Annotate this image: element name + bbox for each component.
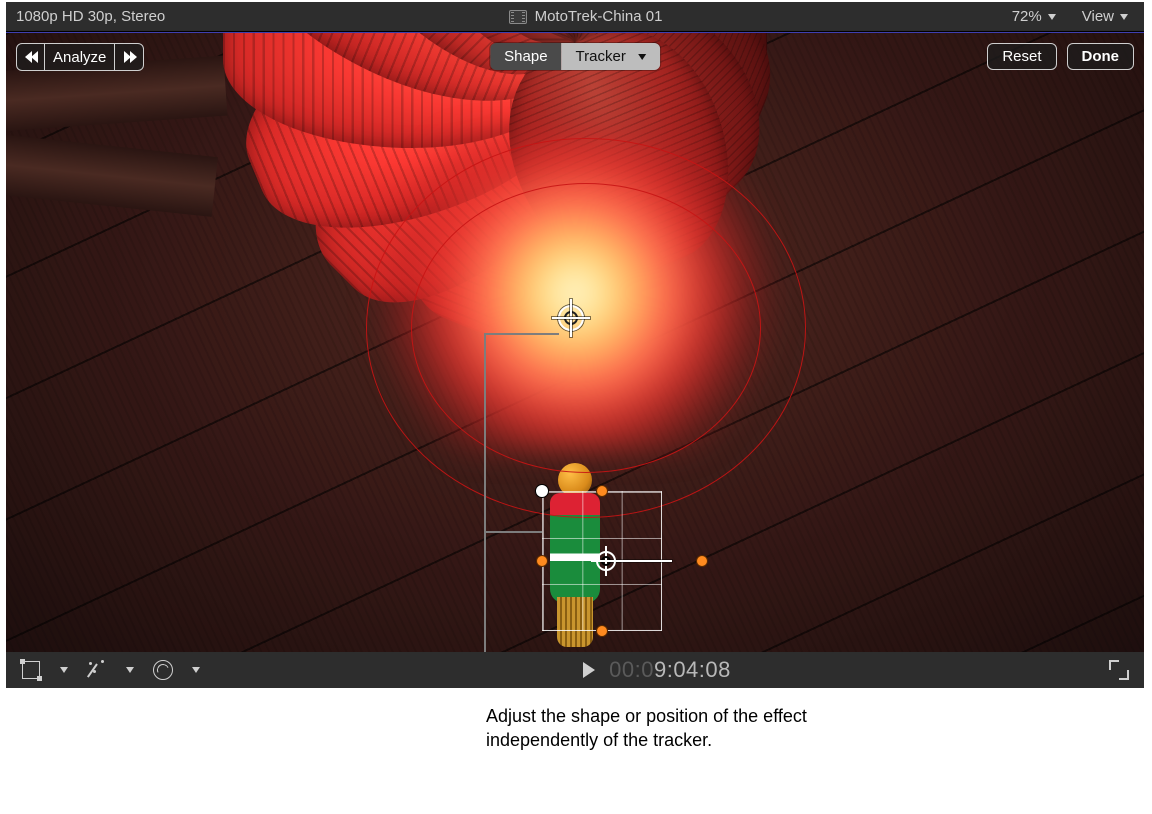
tracker-center-target[interactable] (596, 551, 616, 571)
chevron-down-icon (60, 667, 68, 673)
rewind-icon (25, 51, 36, 63)
tracker-rotate-handle[interactable] (536, 485, 548, 497)
view-menu[interactable]: View (1076, 6, 1134, 27)
callout-leader (484, 333, 486, 652)
analyze-controls: Analyze (16, 43, 144, 71)
done-button[interactable]: Done (1067, 43, 1135, 70)
chevron-down-icon (1048, 14, 1056, 20)
zoom-value: 72% (1012, 8, 1042, 25)
tracker-handle-north[interactable] (597, 486, 607, 496)
reset-button[interactable]: Reset (987, 43, 1056, 70)
magic-wand-icon (87, 660, 107, 680)
callout-leader (484, 531, 542, 533)
view-menu-label: View (1082, 8, 1114, 25)
clip-title-text: MotoTrek-China 01 (535, 8, 663, 25)
zoom-menu[interactable]: 72% (1006, 6, 1062, 27)
chevron-down-icon (192, 667, 200, 673)
transform-tool-menu[interactable] (48, 657, 78, 683)
viewer-infobar: 1080p HD 30p, Stereo MotoTrek-China 01 7… (6, 2, 1144, 32)
filmstrip-icon (509, 10, 527, 24)
chevron-down-icon (638, 54, 646, 60)
gauge-icon (153, 660, 173, 680)
tracker-handle-west[interactable] (537, 556, 547, 566)
timecode-display[interactable]: 00:09:04:08 (609, 657, 731, 683)
fullscreen-icon (1109, 660, 1129, 680)
analyze-backward-button[interactable] (17, 44, 45, 70)
fast-forward-icon (123, 51, 135, 63)
retime-tool-button[interactable] (148, 657, 178, 683)
chevron-down-icon (1120, 14, 1128, 20)
viewer[interactable]: Analyze Shape Tracker Reset (6, 32, 1144, 652)
viewer-toolbar: 00:09:04:08 (6, 652, 1144, 688)
fullscreen-button[interactable] (1104, 657, 1134, 683)
enhance-tool-menu[interactable] (114, 657, 144, 683)
timecode-dim: 00:0 (609, 657, 654, 682)
enhance-tool-button[interactable] (82, 657, 112, 683)
tracker-inner-region[interactable] (411, 183, 761, 473)
transform-tool-button[interactable] (16, 657, 46, 683)
shape-tracker-segmented: Shape Tracker (490, 43, 660, 70)
clip-title: MotoTrek-China 01 (509, 8, 663, 25)
mode-tracker-dropdown[interactable]: Tracker (562, 43, 660, 70)
shape-center-target[interactable] (558, 305, 584, 331)
play-button[interactable] (583, 662, 595, 678)
tracker-handle-south[interactable] (597, 626, 607, 636)
clip-format-text: 1080p HD 30p, Stereo (16, 8, 165, 25)
annotation-caption: Adjust the shape or position of the effe… (486, 704, 816, 753)
retime-tool-menu[interactable] (180, 657, 210, 683)
chevron-down-icon (126, 667, 134, 673)
timecode-lit: 9:04:08 (654, 657, 731, 682)
tracker-box[interactable] (542, 491, 662, 631)
analyze-button[interactable]: Analyze (45, 44, 115, 70)
callout-leader (484, 333, 559, 335)
analyze-forward-button[interactable] (115, 44, 143, 70)
tracker-handle-east[interactable] (697, 556, 707, 566)
transform-icon (22, 661, 40, 679)
mode-shape-button[interactable]: Shape (490, 43, 561, 70)
